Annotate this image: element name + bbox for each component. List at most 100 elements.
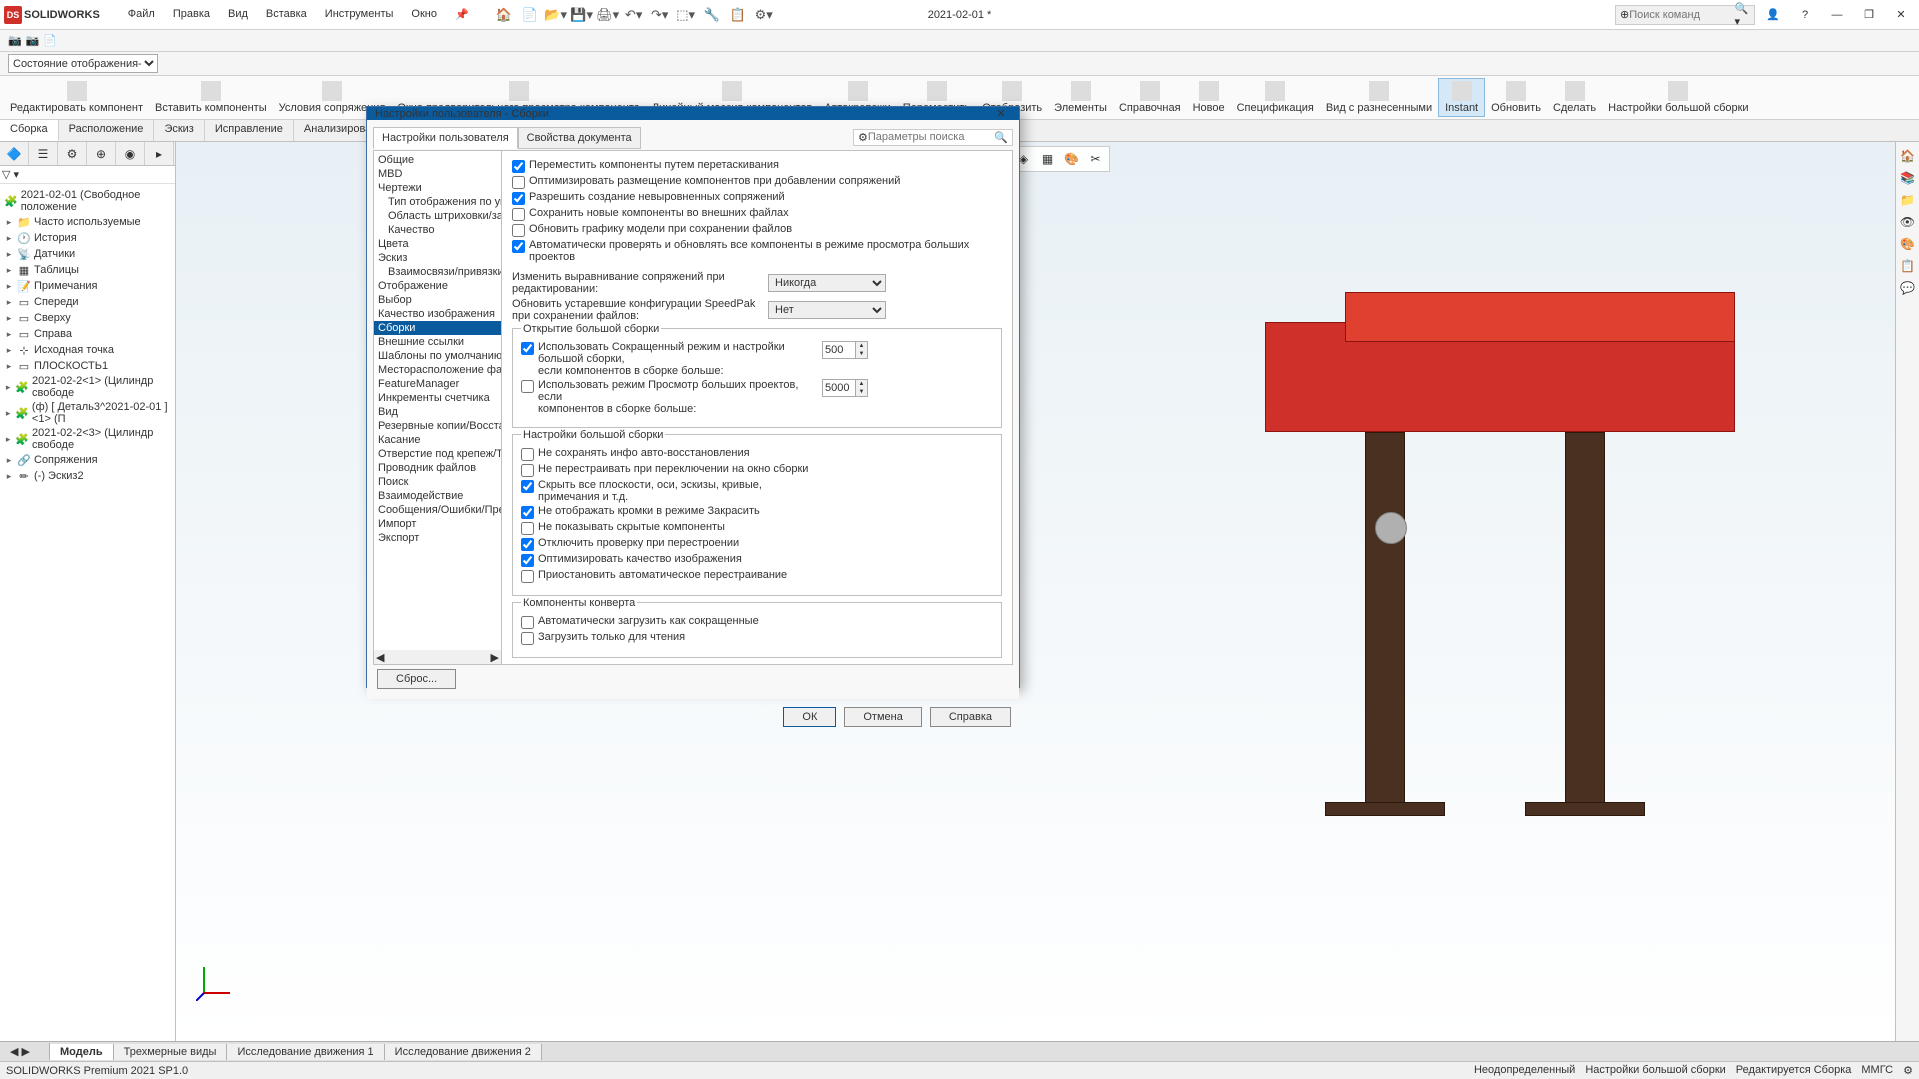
settings-icon[interactable]: ⚙▾ — [752, 5, 776, 25]
search-input[interactable] — [1629, 9, 1734, 21]
select-icon[interactable]: ⬚▾ — [674, 5, 698, 25]
tree-item[interactable]: ▸▦Таблицы — [2, 262, 173, 278]
tab-assembly[interactable]: Сборка — [0, 120, 59, 141]
task-home-icon[interactable]: 🏠 — [1898, 146, 1918, 166]
ribbon-сделать[interactable]: Сделать — [1547, 78, 1602, 117]
dlg-tree-item[interactable]: MBD — [374, 167, 501, 181]
tree-scrollbar[interactable]: ◀▶ — [374, 650, 501, 664]
ribbon-справочная[interactable]: Справочная — [1113, 78, 1187, 117]
tab-model[interactable]: Модель — [50, 1044, 114, 1060]
spinner-input[interactable] — [823, 380, 855, 396]
maximize-icon[interactable]: ❐ — [1855, 5, 1883, 25]
menu-tools[interactable]: Инструменты — [317, 4, 402, 25]
spin-down-icon[interactable]: ▼ — [856, 388, 867, 396]
tree-item[interactable]: ▸▭Сверху — [2, 310, 173, 326]
tree-item[interactable]: ▸🕐История — [2, 230, 173, 246]
option-checkbox[interactable] — [512, 176, 525, 189]
menu-insert[interactable]: Вставка — [258, 4, 315, 25]
spin-up-icon[interactable]: ▲ — [856, 342, 867, 350]
option-checkbox[interactable] — [521, 554, 534, 567]
option-checkbox[interactable] — [512, 240, 525, 253]
dlg-tree-item[interactable]: Экспорт — [374, 531, 501, 545]
help-button[interactable]: Справка — [930, 707, 1011, 727]
spinner[interactable]: ▲▼ — [822, 341, 868, 359]
ribbon-спецификация[interactable]: Спецификация — [1231, 78, 1320, 117]
tab-layout[interactable]: Расположение — [59, 120, 155, 141]
fm-tab-config-icon[interactable]: ⚙ — [58, 142, 87, 165]
fm-tab-dim-icon[interactable]: ⊕ — [87, 142, 116, 165]
search-icon[interactable]: 🔍 — [994, 131, 1008, 144]
dialog-tab-user[interactable]: Настройки пользователя — [373, 127, 518, 149]
ribbon-instant[interactable]: Instant — [1438, 78, 1485, 117]
align-select[interactable]: Никогда — [768, 274, 886, 292]
tab-3dviews[interactable]: Трехмерные виды — [114, 1044, 228, 1060]
dlg-tree-item[interactable]: Поиск — [374, 475, 501, 489]
dlg-tree-item[interactable]: Импорт — [374, 517, 501, 531]
motion-nav[interactable]: ◀ ▶ — [0, 1043, 50, 1060]
dlg-tree-item[interactable]: FeatureManager — [374, 377, 501, 391]
camera2-icon[interactable]: 📷 — [26, 34, 40, 47]
dialog-search-input[interactable] — [868, 131, 994, 143]
menu-view[interactable]: Вид — [220, 4, 256, 25]
tree-root[interactable]: 🧩 2021-02-01 (Свободное положение — [2, 188, 173, 214]
vp-scene-icon[interactable]: 🎨 — [1061, 149, 1083, 169]
tab-motion2[interactable]: Исследование движения 2 — [385, 1044, 542, 1060]
tree-item[interactable]: ▸▭Справа — [2, 326, 173, 342]
minimize-icon[interactable]: — — [1823, 5, 1851, 25]
dlg-tree-item[interactable]: Проводник файлов — [374, 461, 501, 475]
option-checkbox[interactable] — [521, 522, 534, 535]
fm-tab-feature-icon[interactable]: 🔷 — [0, 142, 29, 165]
spinner[interactable]: ▲▼ — [822, 379, 868, 397]
search-dropdown-icon[interactable]: 🔍▾ — [1734, 2, 1750, 28]
command-search[interactable]: ⊕ 🔍▾ — [1615, 5, 1755, 25]
option-checkbox[interactable] — [521, 632, 534, 645]
tree-item[interactable]: ▸⊹Исходная точка — [2, 342, 173, 358]
dialog-tab-doc[interactable]: Свойства документа — [518, 127, 641, 149]
dlg-tree-item[interactable]: Общие — [374, 153, 501, 167]
status-large[interactable]: Настройки большой сборки — [1585, 1064, 1725, 1077]
tab-motion1[interactable]: Исследование движения 1 — [227, 1044, 384, 1060]
dlg-tree-item[interactable]: Отображение — [374, 279, 501, 293]
option-checkbox[interactable] — [521, 464, 534, 477]
task-view-icon[interactable]: 👁 — [1898, 212, 1918, 232]
dlg-tree-item[interactable]: Инкременты счетчика — [374, 391, 501, 405]
print-icon[interactable]: 🖨▾ — [596, 5, 620, 25]
fm-tab-display-icon[interactable]: ◉ — [116, 142, 145, 165]
status-units[interactable]: ММГС — [1861, 1064, 1893, 1077]
tree-item[interactable]: ▸🧩(ф) [ Деталь3^2021-02-01 ]<1> (П — [2, 400, 173, 426]
tree-item[interactable]: ▸▭ПЛОСКОСТЬ1 — [2, 358, 173, 374]
fm-tab-more-icon[interactable]: ▸ — [145, 142, 174, 165]
dlg-tree-item[interactable]: Резервные копии/Восстанов — [374, 419, 501, 433]
option-checkbox[interactable] — [521, 506, 534, 519]
close-icon[interactable]: ✕ — [1887, 5, 1915, 25]
save-icon[interactable]: 💾▾ — [570, 5, 594, 25]
option-checkbox[interactable] — [521, 538, 534, 551]
doc-icon[interactable]: 📄 — [43, 34, 57, 47]
ok-button[interactable]: ОК — [783, 707, 836, 727]
dialog-search[interactable]: ⚙ 🔍 — [853, 129, 1013, 146]
option-checkbox[interactable] — [512, 208, 525, 221]
option-checkbox[interactable] — [512, 192, 525, 205]
ribbon-вставить-компоненты[interactable]: Вставить компоненты — [149, 78, 273, 117]
display-state-select[interactable]: Состояние отображения-1 — [8, 54, 158, 73]
task-appearance-icon[interactable]: 🎨 — [1898, 234, 1918, 254]
option-checkbox[interactable] — [521, 480, 534, 493]
tree-item[interactable]: ▸📁Часто используемые — [2, 214, 173, 230]
option-checkbox[interactable] — [521, 342, 534, 355]
dlg-tree-item[interactable]: Цвета — [374, 237, 501, 251]
dlg-tree-item[interactable]: Отверстие под крепеж/Toolbo — [374, 447, 501, 461]
new-icon[interactable]: 📄 — [518, 5, 542, 25]
orientation-triad[interactable] — [196, 961, 236, 1001]
user-icon[interactable]: 👤 — [1759, 5, 1787, 25]
status-gear-icon[interactable]: ⚙ — [1903, 1064, 1913, 1077]
help-icon[interactable]: ? — [1791, 5, 1819, 25]
spin-up-icon[interactable]: ▲ — [856, 380, 867, 388]
rebuild-icon[interactable]: 🔧 — [700, 5, 724, 25]
dlg-tree-item[interactable]: Область штриховки/запол — [374, 209, 501, 223]
tree-item[interactable]: ▸✏(-) Эскиз2 — [2, 468, 173, 484]
vp-display-icon[interactable]: ▦ — [1037, 149, 1059, 169]
ribbon-элементы[interactable]: Элементы — [1048, 78, 1113, 117]
dlg-tree-item[interactable]: Взаимосвязи/привязки — [374, 265, 501, 279]
dlg-tree-item[interactable]: Тип отображения по умол — [374, 195, 501, 209]
menu-file[interactable]: Файл — [120, 4, 163, 25]
